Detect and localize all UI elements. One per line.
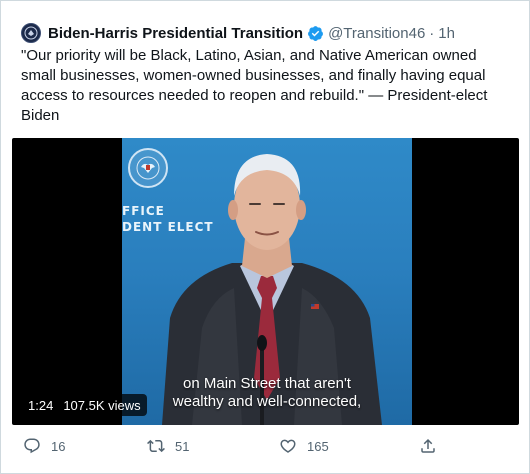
reply-icon [24, 438, 40, 454]
share-icon [421, 438, 435, 453]
account-handle[interactable]: @Transition46 [328, 25, 425, 42]
video-duration: 1:24 [28, 397, 54, 413]
timestamp[interactable]: 1h [438, 25, 455, 42]
tweet-text: "Our priority will be Black, Latino, Asi… [21, 47, 488, 124]
share-button[interactable] [419, 433, 437, 459]
reply-button[interactable]: 16 [23, 433, 65, 459]
tweet-actions: 16 51 165 [1, 433, 530, 459]
avatar[interactable] [21, 23, 41, 43]
video-views: 107.5K views [63, 397, 141, 413]
retweet-count: 51 [175, 438, 190, 454]
heart-icon [280, 439, 296, 453]
verified-badge-icon [307, 25, 324, 42]
separator-dot: · [429, 24, 435, 42]
account-name[interactable]: Biden-Harris Presidential Transition [48, 25, 303, 42]
seal-icon [24, 26, 38, 40]
like-button[interactable]: 165 [279, 433, 329, 459]
reply-count: 16 [51, 438, 66, 454]
video-frame[interactable]: FFICE DENT ELECT on Main Street that are… [122, 138, 412, 425]
video-caption-line2: wealthy and well-connected, [172, 393, 362, 410]
retweet-icon [147, 439, 165, 453]
video-caption-line1: on Main Street that aren't [183, 375, 351, 392]
video-info-badge: 1:24 107.5K views [22, 394, 147, 416]
tweet-card[interactable]: Biden-Harris Presidential Transition @Tr… [0, 0, 530, 474]
retweet-button[interactable]: 51 [147, 433, 189, 459]
video-player[interactable]: FFICE DENT ELECT on Main Street that are… [12, 138, 519, 425]
tweet-header: Biden-Harris Presidential Transition @Tr… [21, 21, 455, 45]
like-count: 165 [307, 438, 329, 454]
